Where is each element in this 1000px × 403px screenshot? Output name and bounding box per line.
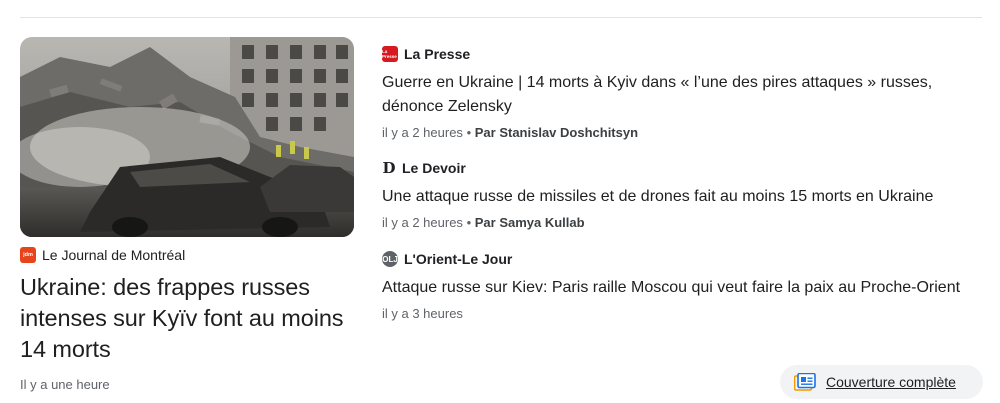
story-source-name: L'Orient-Le Jour	[404, 251, 513, 267]
lead-story-time: Il y a une heure	[20, 377, 110, 392]
story-item[interactable]: La Presse La Presse Guerre en Ukraine | …	[382, 45, 982, 140]
story-title[interactable]: Une attaque russe de missiles et de dron…	[382, 185, 982, 209]
lead-story-source-name: Le Journal de Montréal	[42, 247, 186, 263]
story-item[interactable]: OLJ L'Orient-Le Jour Attaque russe sur K…	[382, 250, 982, 321]
story-item[interactable]: D Le Devoir Une attaque russe de missile…	[382, 159, 982, 230]
full-coverage-icon	[794, 373, 816, 391]
top-divider	[20, 17, 982, 18]
story-time: il y a 3 heures	[382, 306, 463, 321]
story-title[interactable]: Attaque russe sur Kiev: Paris raille Mos…	[382, 276, 982, 300]
story-author: Par Stanislav Doshchitsyn	[474, 125, 639, 140]
la-presse-logo-icon: La Presse	[382, 46, 398, 62]
meta-separator: •	[466, 215, 472, 230]
full-coverage-label: Couverture complète	[826, 374, 956, 390]
story-source-name: La Presse	[404, 46, 471, 62]
meta-separator: •	[466, 125, 472, 140]
story-source[interactable]: La Presse La Presse	[382, 45, 982, 63]
story-meta: il y a 2 heures • Par Samya Kullab	[382, 215, 982, 230]
story-author: Par Samya Kullab	[474, 215, 585, 230]
full-coverage-button[interactable]: Couverture complète	[780, 365, 983, 399]
lead-story-title[interactable]: Ukraine: des frappes russes intenses sur…	[20, 272, 354, 365]
jdm-logo-icon: jdm	[20, 247, 36, 263]
le-devoir-logo-icon: D	[382, 159, 396, 177]
story-source[interactable]: OLJ L'Orient-Le Jour	[382, 250, 982, 268]
story-source-name: Le Devoir	[402, 160, 466, 176]
story-source[interactable]: D Le Devoir	[382, 159, 982, 177]
lorient-le-jour-logo-icon: OLJ	[382, 251, 398, 267]
story-meta: il y a 3 heures	[382, 306, 982, 321]
story-title[interactable]: Guerre en Ukraine | 14 morts à Kyiv dans…	[382, 71, 982, 119]
lead-story-source[interactable]: jdm Le Journal de Montréal	[20, 246, 354, 264]
lead-story[interactable]: jdm Le Journal de Montréal Ukraine: des …	[20, 37, 354, 392]
story-time: il y a 2 heures	[382, 125, 463, 140]
lead-story-image[interactable]	[20, 37, 354, 237]
story-time: il y a 2 heures	[382, 215, 463, 230]
story-meta: il y a 2 heures • Par Stanislav Doshchit…	[382, 125, 982, 140]
